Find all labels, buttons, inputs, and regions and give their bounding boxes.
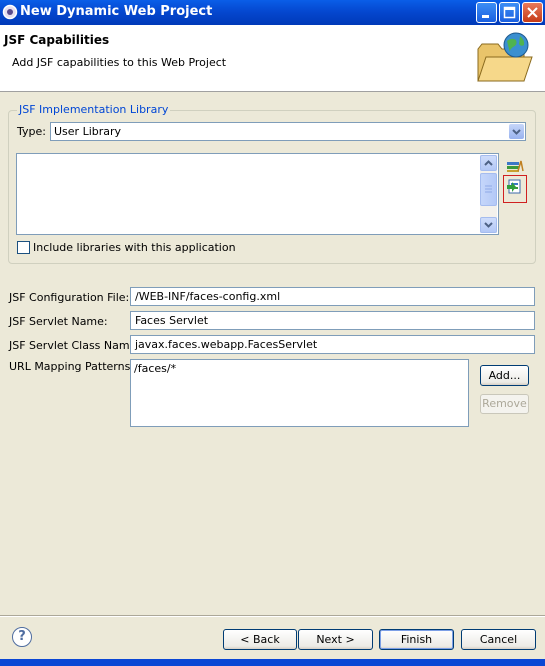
footer-separator bbox=[0, 615, 545, 617]
scroll-down-button[interactable] bbox=[480, 217, 497, 233]
servlet-name-field[interactable]: Faces Servlet bbox=[130, 311, 535, 330]
maximize-button[interactable] bbox=[499, 2, 520, 23]
remove-button[interactable]: Remove bbox=[480, 394, 529, 414]
add-button[interactable]: Add... bbox=[480, 365, 529, 386]
list-item[interactable]: /faces/* bbox=[134, 362, 465, 375]
servlet-class-label: JSF Servlet Class Name: bbox=[9, 339, 141, 352]
minimize-button[interactable] bbox=[476, 2, 497, 23]
url-patterns-list[interactable]: /faces/* bbox=[130, 359, 469, 427]
page-title: JSF Capabilities bbox=[4, 33, 110, 47]
scroll-thumb[interactable] bbox=[480, 173, 497, 206]
cancel-button[interactable]: Cancel bbox=[461, 629, 536, 650]
finish-button[interactable]: Finish bbox=[379, 629, 454, 650]
chevron-down-icon[interactable] bbox=[509, 124, 524, 139]
chevron-down-icon bbox=[484, 222, 493, 228]
page-description: Add JSF capabilities to this Web Project bbox=[12, 56, 227, 69]
title-bar: New Dynamic Web Project bbox=[0, 0, 545, 25]
close-icon bbox=[527, 7, 538, 18]
library-list[interactable] bbox=[16, 153, 499, 235]
minimize-icon bbox=[482, 15, 489, 18]
include-libraries-checkbox[interactable] bbox=[17, 241, 30, 254]
url-patterns-label: URL Mapping Patterns: bbox=[9, 360, 135, 373]
next-button[interactable]: Next > bbox=[298, 629, 373, 650]
config-file-label: JSF Configuration File: bbox=[9, 291, 130, 304]
help-icon[interactable]: ? bbox=[12, 627, 32, 647]
chevron-up-icon bbox=[484, 160, 493, 166]
maximize-icon bbox=[503, 6, 516, 19]
scroll-up-button[interactable] bbox=[480, 155, 497, 171]
type-select-value: User Library bbox=[54, 125, 122, 138]
config-file-field[interactable]: /WEB-INF/faces-config.xml bbox=[130, 287, 535, 306]
folder-globe-icon bbox=[477, 32, 533, 82]
library-list-scrollbar[interactable] bbox=[480, 155, 497, 233]
manage-libraries-icon[interactable] bbox=[506, 157, 524, 173]
window-bottom-border bbox=[0, 659, 545, 666]
eclipse-app-icon bbox=[2, 4, 18, 20]
window-title: New Dynamic Web Project bbox=[20, 4, 213, 19]
download-library-icon[interactable] bbox=[506, 179, 524, 195]
servlet-name-label: JSF Servlet Name: bbox=[9, 315, 108, 328]
group-legend: JSF Implementation Library bbox=[17, 103, 171, 116]
servlet-class-field[interactable]: javax.faces.webapp.FacesServlet bbox=[130, 335, 535, 354]
wizard-banner: JSF Capabilities Add JSF capabilities to… bbox=[0, 25, 545, 92]
include-libraries-label: Include libraries with this application bbox=[33, 241, 236, 254]
close-button[interactable] bbox=[522, 2, 543, 23]
type-label: Type: bbox=[17, 125, 46, 138]
back-button[interactable]: < Back bbox=[223, 629, 297, 650]
type-select[interactable]: User Library bbox=[50, 122, 526, 141]
